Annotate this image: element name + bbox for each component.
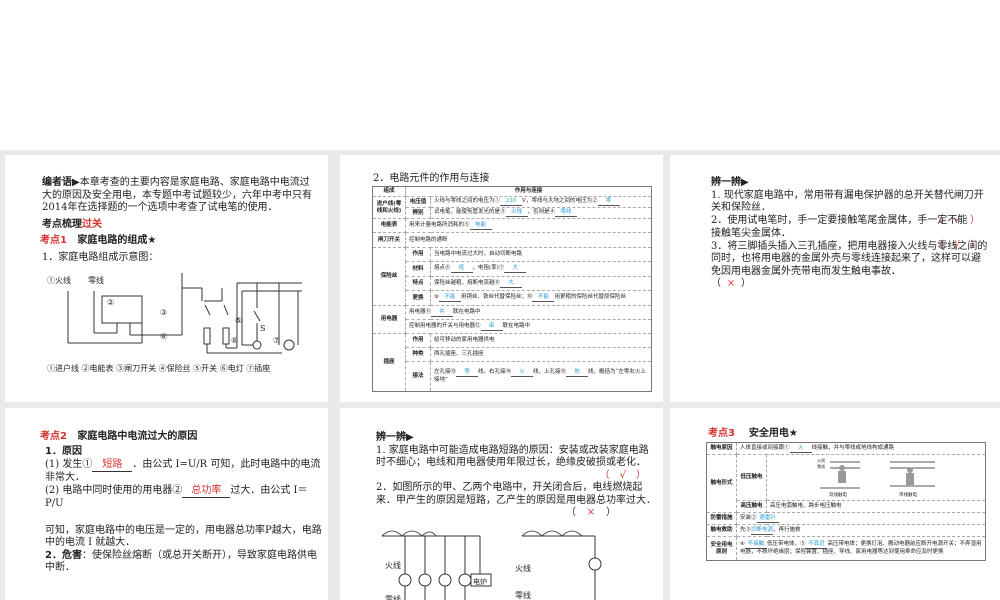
question-1: 1. 现代家庭电路中，常用带有漏电保护器的总开关替代闸刀开关和保险丝． [711,189,984,214]
question-1: 1. 家庭电路中可能造成电路短路的原因：安装或改装家庭电路时不细心；电线和用电器… [376,444,649,469]
question-2: 2．使用试电笔时，手一定要接触笔尾金属体，手一定不能接触笔尖金属体． [711,215,968,239]
slide-thumbnail-3[interactable]: 辨一辨▶ 1. 现代家庭电路中，常用带有漏电保护器的总开关替代闸刀开关和保险丝．… [670,155,1000,402]
short-circuit-diagrams [381,530,602,600]
diagram-label-7: ⑦ [273,336,281,345]
kp2-heading: 考点2 家庭电路中电流过大的原因 [40,431,198,442]
diagram-label-live: ①火线 [47,276,71,285]
cause-explanation: 可知，家庭电路中的电压是一定的，用电器总功率P越大，电路中的电流 I 就越大． [45,524,322,549]
item-1: 1．家庭电路组成示意图： [42,252,159,263]
label-neutral-a: 零线 [385,595,401,600]
cause-heading: 1．原因 [45,446,82,457]
electrical-safety-table: 触电原因 人体直接或间接跟① 火线接触，并与零线或地线构成通路 触电形式 低压触电 火… [706,442,986,561]
diagram-legend: ①进户线 ②电能表 ③闸刀开关 ④保险丝 ⑤开关 ⑥电灯 ⑦插座 [47,364,271,373]
harm: 2．危害：使保险丝熔断（或总开关断开），导致家庭电路供电中断． [45,549,317,574]
intro-paragraph: 编者语▶本章考查的主要内容是家庭电路、家庭电路中电流过大的原因及安全用电，本专题… [42,177,312,213]
answer-3: （×） [711,278,751,289]
slide-thumbnail-1[interactable]: 编者语▶本章考查的主要内容是家庭电路、家庭电路中电流过大的原因及安全用电，本专题… [5,155,328,402]
diagram-label-2: ② [107,298,115,307]
slide-thumbnail-4[interactable]: 考点2 家庭电路中电流过大的原因 1．原因 (1) 发生① 短路 ．由公式 I=U/… [5,408,328,600]
slide-thumbnail-2[interactable]: 2．电路元件的作用与连接 组成 作用与连接 进户线(零线和火线) 电压值 火线与零线之… [340,155,663,402]
diagram-label-4: ④ [160,332,168,341]
question-2: 2．如图所示的甲、乙两个电路中，开关闭合后，电线燃烧起来．甲产生的原因是短路，乙… [376,482,656,506]
label-live-a: 火线 [385,561,401,570]
cause-1: (1) 发生① 短路 ．由公式 I=U/R 可知，此时电路中的电流非常大． [45,458,321,484]
diagram-label-6: ⑥ [231,336,239,345]
section-heading: 考点梳理过关 [42,219,102,230]
label-stove: 电炉 [473,578,487,586]
kp1-heading: 考点1 家庭电路的组成★ [40,235,157,246]
answer-1: （ √ ） [599,469,646,481]
question-3: 3．将三脚插头插入三孔插座，把用电器接入火线与零线之间的同时，也将用电器的金属外… [711,240,988,277]
diagram-label-3: ③ [160,308,168,317]
label-live-b: 火线 [515,564,531,573]
slide-thumbnail-5[interactable]: 辨一辨▶ 1. 家庭电路中可能造成电路短路的原因：安装或改装家庭电路时不细心；电… [340,408,663,600]
kp3-heading: 考点3 安全用电★ [708,428,798,439]
diagram-label-neutral: 零线 [88,276,104,285]
label-neutral-b: 零线 [515,591,531,600]
diagram-label-s: S [260,324,266,333]
cause-2: (2) 电路中同时使用的用电器② 总功率 过大．由公式 I＝P/U [45,484,308,510]
judge-section: 辨一辨▶ 1. 现代家庭电路中，常用带有漏电保护器的总开关替代闸刀开关和保险丝．… [711,177,988,289]
table-title: 2．电路元件的作用与连接 [373,173,490,184]
diagram-label-5: ⑤ [235,316,243,325]
slide-thumbnail-6[interactable]: 考点3 安全用电★ 触电原因 人体直接或间接跟① 火线接触，并与零线或地线构成通路 … [670,408,1000,600]
answer-2: （×） [566,507,616,518]
electric-shock-illustration [820,461,935,489]
circuit-components-table: 组成 作用与连接 进户线(零线和火线) 电压值 火线与零线之间的电压为① 220 V，零线… [372,186,652,392]
